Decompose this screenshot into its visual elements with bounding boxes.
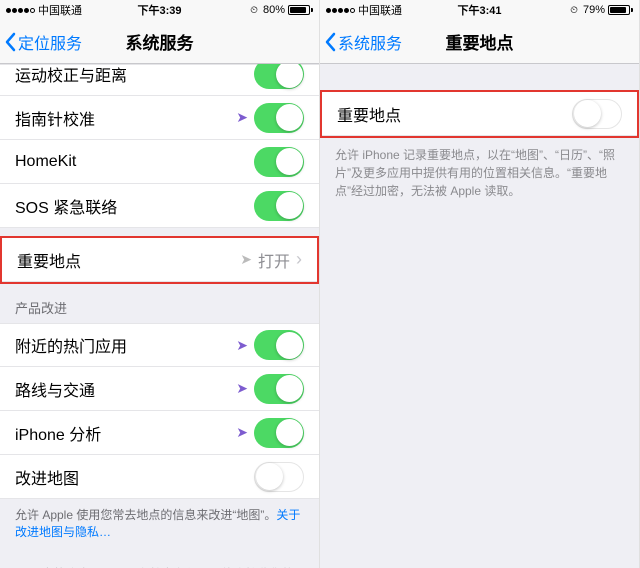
section-header: 产品改进 (0, 284, 319, 323)
row-label: 重要地点 (337, 102, 401, 126)
battery-icon (608, 5, 633, 15)
location-arrow-icon: ➤ (236, 109, 248, 126)
location-arrow-icon: ➤ (236, 380, 248, 397)
row-label: 重要地点 (17, 248, 81, 272)
row-improve-maps[interactable]: 改进地图 (0, 455, 319, 499)
location-arrow-icon: ➤ (236, 337, 248, 354)
row-label: iPhone 分析 (15, 421, 101, 445)
battery-icon (288, 5, 313, 15)
row-iphone-analytics[interactable]: iPhone 分析 ➤ (0, 411, 319, 455)
phone-right: 中国联通 下午3:41 79% 系统服务 重要地点 重要地点 允许 iPhone… (320, 0, 640, 568)
row-value: 打开 (258, 248, 290, 272)
nav-bar: 系统服务 重要地点 (320, 20, 639, 64)
row-label: 运动校正与距离 (15, 64, 127, 86)
nav-title: 重要地点 (320, 29, 639, 54)
location-arrow-icon: ➤ (236, 424, 248, 441)
row-motion-distance[interactable]: 运动校正与距离 (0, 64, 319, 96)
status-bar: 中国联通 下午3:39 80% (0, 0, 319, 20)
carrier-label: 中国联通 (38, 2, 82, 18)
row-compass[interactable]: 指南针校准 ➤ (0, 96, 319, 140)
location-arrow-icon: ➤ (240, 251, 252, 268)
row-label: HomeKit (15, 153, 76, 171)
row-routing-traffic[interactable]: 路线与交通 ➤ (0, 367, 319, 411)
toggle-switch[interactable] (254, 64, 304, 89)
row-label: 改进地图 (15, 465, 79, 489)
row-label: 路线与交通 (15, 377, 95, 401)
row-label: 附近的热门应用 (15, 333, 127, 357)
row-sos[interactable]: SOS 紧急联络 (0, 184, 319, 228)
toggle-switch[interactable] (572, 99, 622, 129)
row-significant-locations[interactable]: 重要地点 ➤ 打开 › (2, 238, 317, 282)
signal-icon (6, 8, 35, 13)
signal-icon (326, 8, 355, 13)
row-label: 指南针校准 (15, 106, 95, 130)
toggle-switch[interactable] (254, 147, 304, 177)
row-popular-nearby[interactable]: 附近的热门应用 ➤ (0, 323, 319, 367)
chevron-right-icon: › (296, 249, 302, 270)
row-significant-locations-toggle[interactable]: 重要地点 (322, 92, 637, 136)
toggle-switch[interactable] (254, 462, 304, 492)
alarm-icon (250, 4, 260, 16)
legend-item: ➤ 空箭头表示某项目在特定条件下可能会接收您的位置信息。 (0, 559, 319, 568)
nav-title: 系统服务 (0, 29, 319, 54)
battery-pct: 80% (263, 4, 285, 16)
alarm-icon (570, 4, 580, 16)
row-homekit[interactable]: HomeKit (0, 140, 319, 184)
phone-left: 中国联通 下午3:39 80% 定位服务 系统服务 运动校正与距离 指南针校准 … (0, 0, 320, 568)
battery-pct: 79% (583, 4, 605, 16)
toggle-switch[interactable] (254, 330, 304, 360)
nav-bar: 定位服务 系统服务 (0, 20, 319, 64)
status-bar: 中国联通 下午3:41 79% (320, 0, 639, 20)
toggle-switch[interactable] (254, 191, 304, 221)
toggle-switch[interactable] (254, 418, 304, 448)
toggle-switch[interactable] (254, 374, 304, 404)
toggle-switch[interactable] (254, 103, 304, 133)
description-text: 允许 iPhone 记录重要地点，以在“地图”、“日历”、“照片”及更多应用中提… (320, 138, 639, 208)
row-label: SOS 紧急联络 (15, 194, 117, 218)
carrier-label: 中国联通 (358, 2, 402, 18)
footer-note: 允许 Apple 使用您常去地点的信息来改进“地图”。关于改进地图与隐私… (0, 499, 319, 549)
